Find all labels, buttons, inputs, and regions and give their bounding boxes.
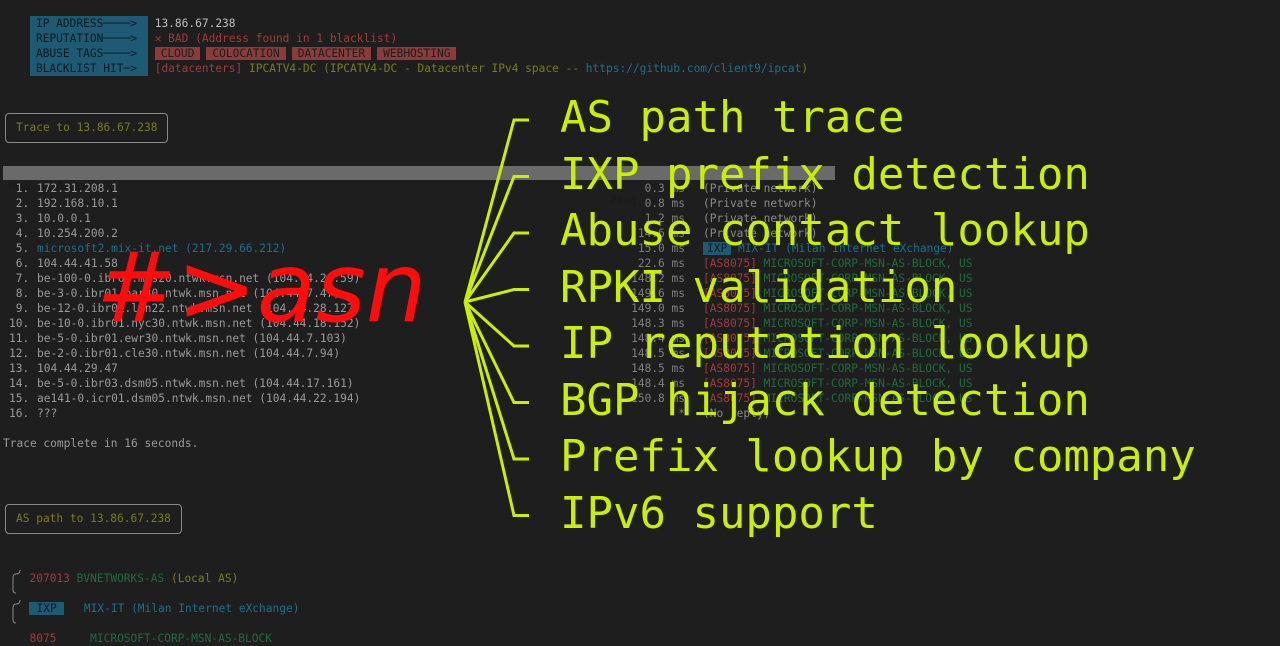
feature-branch-line: [463, 301, 529, 404]
feature-item: Abuse contact lookup: [560, 205, 1090, 256]
feature-item: BGP hijack detection: [560, 374, 1090, 426]
feature-item: IXP prefix detection: [560, 148, 1090, 200]
feature-item: IPv6 support: [560, 487, 878, 539]
feature-item: RPKI validation: [560, 261, 958, 313]
feature-branch-line: [464, 288, 529, 304]
feature-branch-line: [463, 175, 529, 303]
feature-item: IP reputation lookup: [560, 318, 1090, 369]
feature-item: Prefix lookup by company: [560, 431, 1196, 482]
feature-item: AS path trace: [560, 92, 905, 143]
